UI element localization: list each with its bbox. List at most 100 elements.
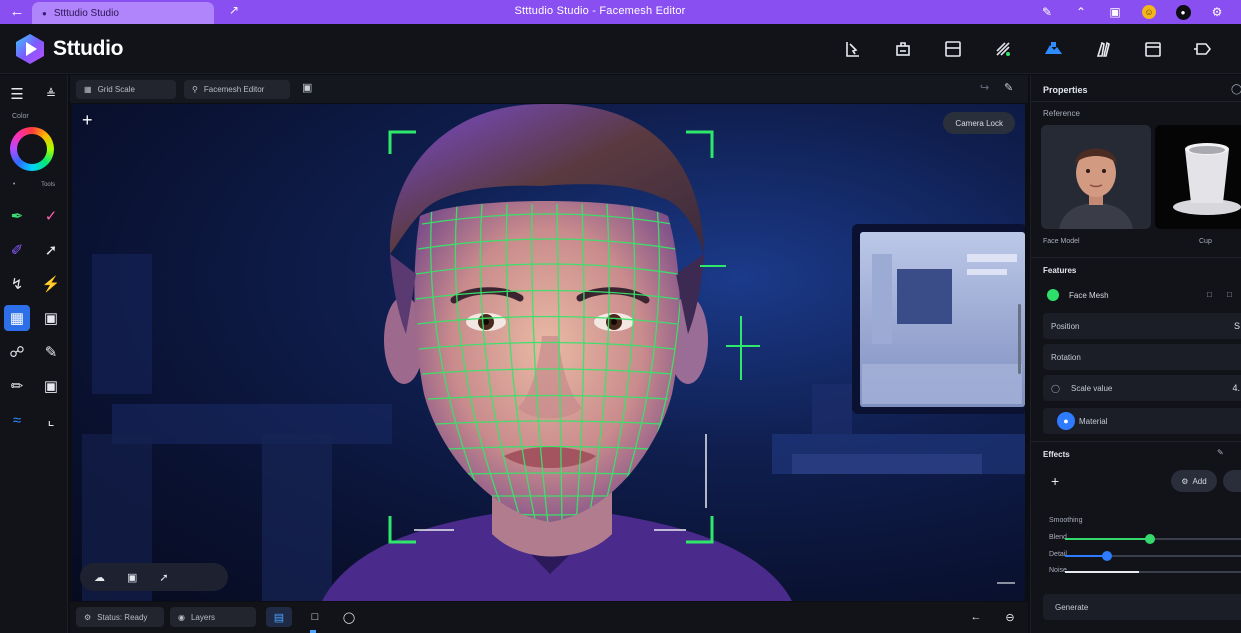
split-tool-icon[interactable]: ↯ xyxy=(4,271,30,297)
status-field[interactable]: ⚙ Status: Ready xyxy=(76,607,164,627)
property-row[interactable]: Position S xyxy=(1043,313,1241,339)
viewport-scrollbar[interactable] xyxy=(1018,304,1021,374)
property-label: Scale value xyxy=(1071,383,1113,393)
arrow-tool-icon[interactable]: ➚ xyxy=(38,237,64,263)
property-label: Material xyxy=(1079,416,1108,426)
dots-icon: • xyxy=(12,181,16,188)
menu-icon[interactable]: ☰ xyxy=(4,81,30,107)
window-top-bar: ← ● Stttudio Studio ↗ Stttudio Studio - … xyxy=(0,0,1241,24)
viewport-hscroll[interactable] xyxy=(997,582,1015,584)
transform-tool-icon[interactable] xyxy=(878,36,928,62)
add-icon: ⚙ xyxy=(1181,476,1189,486)
gradient-pen-icon[interactable]: ✒ xyxy=(4,203,30,229)
app-logo-icon xyxy=(16,34,44,64)
camera-icon[interactable]: ▣ xyxy=(38,373,64,399)
viewport-quick-tools: ☁ ▣ ➚ xyxy=(80,563,228,591)
status-bar: ⚙ Status: Ready ◉ Layers ▤ □ ◯ ← ⊖ xyxy=(70,602,1028,633)
brush-tool-icon[interactable] xyxy=(1078,36,1128,62)
select-tool-icon[interactable] xyxy=(828,36,878,62)
grid-scale-label: Grid Scale xyxy=(97,85,135,94)
add-object-icon[interactable]: + xyxy=(82,110,93,131)
lightning-icon[interactable]: ⚡ xyxy=(38,271,64,297)
main-toolbar xyxy=(828,36,1228,62)
property-row[interactable]: ◯ Scale value 4. xyxy=(1043,375,1241,401)
add-effect-label: Add xyxy=(1192,476,1207,486)
back-arrow-icon[interactable]: ← xyxy=(8,3,26,21)
arrow-icon[interactable]: ➚ xyxy=(159,571,168,584)
slider-fill xyxy=(1065,538,1150,540)
effects-title: Effects xyxy=(1043,450,1070,459)
status-icon: ⚙ xyxy=(84,612,92,622)
up-arrow-icon[interactable]: ⌃ xyxy=(1071,2,1091,22)
divider xyxy=(1031,101,1241,102)
color-wheel[interactable] xyxy=(10,127,54,171)
scene-render xyxy=(82,104,1025,601)
book-icon[interactable]: ▣ xyxy=(127,571,137,584)
3d-viewport[interactable]: + Camera Lock ☁ ▣ ➚ xyxy=(72,104,1025,601)
generate-button[interactable]: Generate xyxy=(1043,594,1241,620)
divider xyxy=(1031,441,1241,442)
undo-icon[interactable]: ↪ xyxy=(980,81,989,94)
link-tool-icon[interactable]: ☍ xyxy=(4,339,30,365)
search-icon: ⚲ xyxy=(192,85,198,94)
pink-brush-icon[interactable]: ✓ xyxy=(38,203,64,229)
camera-lock-pill[interactable]: Camera Lock xyxy=(943,112,1015,134)
asset-cup-thumb[interactable] xyxy=(1155,125,1241,229)
stats-icon[interactable]: ▤ xyxy=(266,607,292,627)
shape-tool-icon[interactable] xyxy=(1178,36,1228,62)
browser-tab[interactable]: ● Stttudio Studio xyxy=(32,2,214,24)
slider-knob[interactable] xyxy=(1102,551,1112,561)
pencil-icon[interactable]: ✏ xyxy=(4,373,30,399)
store-icon[interactable]: ▣ xyxy=(1105,2,1125,22)
paint-tool-icon[interactable] xyxy=(1028,36,1078,62)
cloud-icon[interactable]: ☁ xyxy=(94,571,105,584)
panel-icon[interactable]: □ xyxy=(302,607,328,627)
tab-favicon-icon: ● xyxy=(42,8,47,18)
bus-icon[interactable]: ▣ xyxy=(38,305,64,331)
chat-icon[interactable]: ◯ xyxy=(336,607,362,627)
visibility-icon[interactable]: □ xyxy=(1207,290,1212,299)
app-header: Sttudio xyxy=(0,24,1241,74)
collapse-icon[interactable]: ≜ xyxy=(38,81,64,107)
frame-tool-icon[interactable] xyxy=(928,36,978,62)
status-text: Status: Ready xyxy=(97,612,148,622)
mesh-tool-icon[interactable] xyxy=(978,36,1028,62)
left-toolbar: ☰ ≜ Color • Tools ✒ ✓ ✐ ➚ ↯ ⚡ ▦ ▣ ☍ ✎ ✏ … xyxy=(0,75,68,633)
minus-circle-icon[interactable]: ⊖ xyxy=(997,607,1023,627)
effects-more-button[interactable] xyxy=(1223,470,1241,492)
layers-field[interactable]: ◉ Layers xyxy=(170,607,256,627)
properties-panel: Properties ◯ Reference Face Model Cup Fe… xyxy=(1030,75,1241,633)
effects-edit-icon[interactable]: ✎ xyxy=(1217,448,1224,457)
snapshot-icon[interactable]: ▣ xyxy=(302,81,312,94)
property-label: Position xyxy=(1051,321,1080,331)
editor-search-field[interactable]: ⚲ Facemesh Editor xyxy=(184,80,290,99)
new-tab-icon[interactable]: ↗ xyxy=(229,3,239,17)
tab-title: Stttudio Studio xyxy=(53,7,119,19)
grid-tool-icon[interactable]: ▦ xyxy=(4,305,30,331)
asset-face-thumb[interactable] xyxy=(1041,125,1151,229)
settings-icon[interactable]: ⚙ xyxy=(1207,2,1227,22)
pen-icon[interactable]: ✎ xyxy=(1037,2,1057,22)
grid-scale-field[interactable]: ▦ Grid Scale xyxy=(76,80,176,99)
eyedropper-icon[interactable]: ✎ xyxy=(38,339,64,365)
curve-tool-icon[interactable]: ≈ xyxy=(4,407,30,433)
lock-icon[interactable]: □ xyxy=(1227,290,1232,299)
feature-active-label: Face Mesh xyxy=(1069,291,1109,300)
property-row[interactable]: Rotation xyxy=(1043,344,1241,370)
grid-icon: ▦ xyxy=(84,85,92,94)
account-icon[interactable]: ● xyxy=(1173,2,1193,22)
add-effect-icon[interactable]: + xyxy=(1051,473,1059,489)
edit-icon[interactable]: ✎ xyxy=(1004,81,1013,94)
layout-tool-icon[interactable] xyxy=(1128,36,1178,62)
slider-fill xyxy=(1065,555,1107,557)
property-label: Rotation xyxy=(1051,352,1081,362)
property-row[interactable]: ● Material xyxy=(1043,408,1241,434)
add-effect-button[interactable]: ⚙ Add xyxy=(1171,470,1217,492)
blob-brush-icon[interactable]: ✐ xyxy=(4,237,30,263)
slider-knob[interactable] xyxy=(1145,534,1155,544)
panel-header: Properties xyxy=(1043,85,1088,95)
ruler-icon[interactable]: ⌞ xyxy=(38,407,64,433)
back-icon[interactable]: ← xyxy=(963,607,989,627)
emoji-icon[interactable]: ☺ xyxy=(1139,2,1159,22)
panel-menu-icon[interactable]: ◯ xyxy=(1231,84,1241,95)
